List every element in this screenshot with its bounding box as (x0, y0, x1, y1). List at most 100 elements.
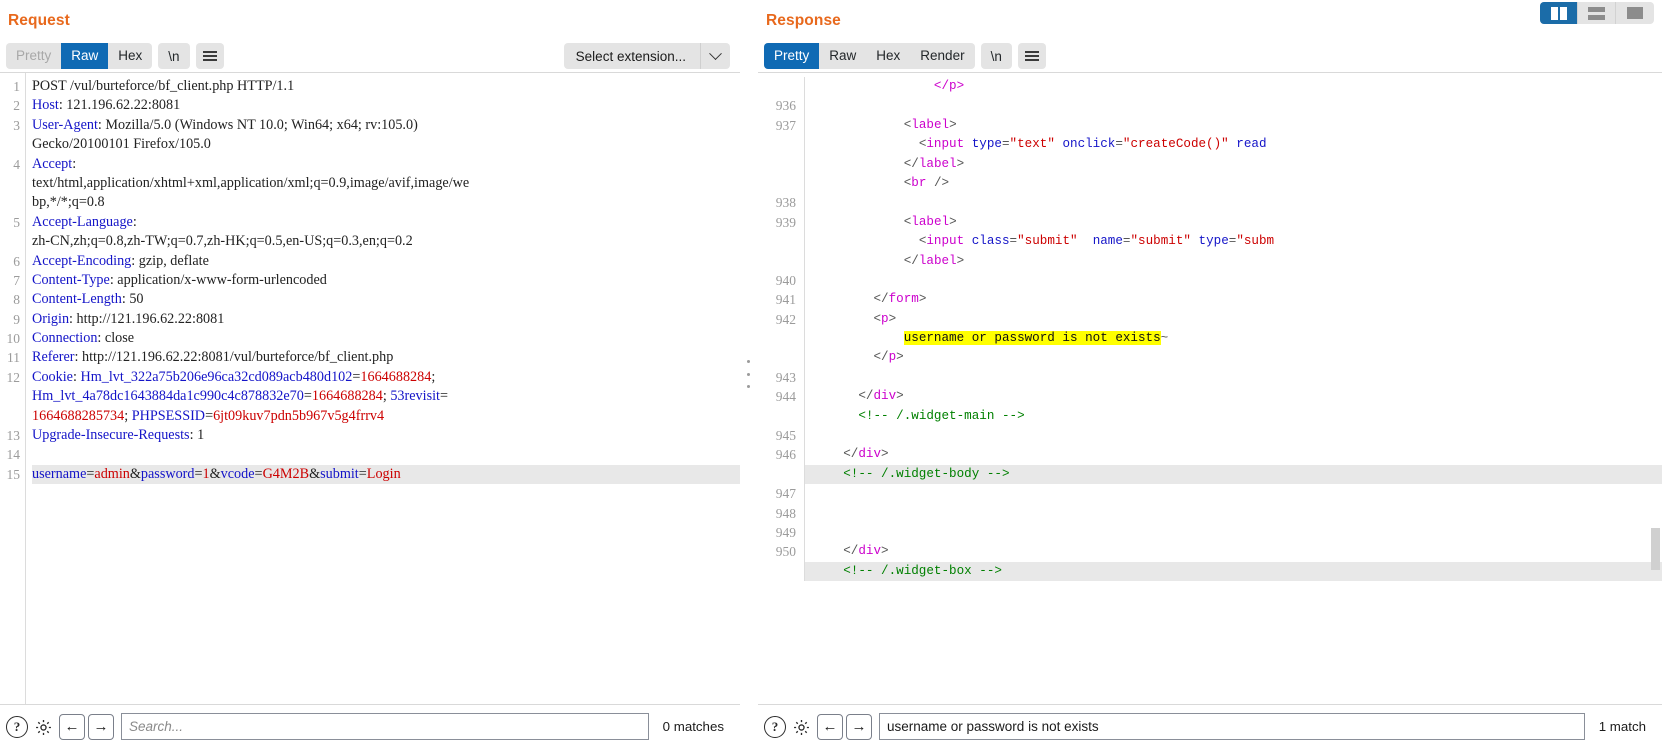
request-line[interactable]: bp,*/*;q=0.8 (32, 193, 740, 212)
select-extension-label: Select extension... (575, 48, 686, 64)
code-token: ; (431, 368, 436, 385)
request-line[interactable]: zh-CN,zh;q=0.8,zh-TW;q=0.7,zh-HK;q=0.5,e… (32, 232, 740, 251)
request-line[interactable]: Accept-Encoding: gzip, deflate (32, 252, 740, 271)
response-line[interactable]: 949 (758, 522, 1662, 543)
code-token: type (971, 137, 1002, 152)
request-line[interactable]: username=admin&password=1&vcode=G4M2B&su… (32, 464, 740, 485)
select-extension-dropdown[interactable]: Select extension... (563, 43, 730, 69)
response-line[interactable]: </p> (758, 348, 1662, 368)
response-line[interactable]: </label> (758, 251, 1662, 271)
request-line[interactable]: POST /vul/burteforce/bf_client.php HTTP/… (32, 77, 740, 96)
response-line[interactable]: <!-- /.widget-main --> (758, 406, 1662, 427)
layout-side-by-side-button[interactable] (1540, 2, 1578, 24)
layout-stacked-button[interactable] (1578, 2, 1616, 24)
response-search-input[interactable]: username or password is not exists (879, 713, 1585, 740)
request-line[interactable]: Referer: http://121.196.62.22:8081/vul/b… (32, 348, 740, 367)
response-line-content: </form> (804, 290, 1662, 310)
request-code[interactable]: POST /vul/burteforce/bf_client.php HTTP/… (26, 73, 740, 704)
response-line[interactable]: <input type="text" onclick="createCode()… (758, 135, 1662, 155)
request-tabbar: Pretty Raw Hex \n Select extension... (0, 40, 740, 72)
request-line[interactable]: Accept-Language: (32, 213, 740, 232)
response-line[interactable]: 950 </div> (758, 542, 1662, 562)
response-line-number: 943 (775, 369, 796, 385)
request-line[interactable]: Origin: http://121.196.62.22:8081 (32, 310, 740, 329)
tab-response-pretty[interactable]: Pretty (764, 43, 820, 69)
request-line[interactable]: Upgrade-Insecure-Requests: 1 (32, 426, 740, 445)
request-line[interactable] (32, 445, 740, 464)
request-line[interactable]: Gecko/20100101 Firefox/105.0 (32, 135, 740, 154)
tab-request-hex[interactable]: Hex (108, 43, 152, 69)
response-line[interactable]: 943 (758, 367, 1662, 388)
response-line[interactable]: <!-- /.widget-body --> (758, 464, 1662, 485)
request-newline-toggle[interactable]: \n (158, 43, 190, 69)
request-line[interactable]: Cookie: Hm_lvt_322a75b206e96ca32cd089acb… (32, 368, 740, 387)
response-line[interactable]: 944 </div> (758, 387, 1662, 407)
request-line-number: 15 (6, 466, 21, 482)
response-line[interactable]: 941 </form> (758, 290, 1662, 310)
code-token: </ (903, 156, 919, 171)
request-line[interactable]: User-Agent: Mozilla/5.0 (Windows NT 10.0… (32, 116, 740, 135)
response-line[interactable]: 947 (758, 484, 1662, 504)
response-help-button[interactable]: ? (762, 714, 788, 740)
request-line[interactable]: Content-Type: application/x-www-form-url… (32, 271, 740, 290)
response-settings-button[interactable] (788, 714, 814, 740)
response-code[interactable]: </p> 936 937 <label> <input type="text" o… (758, 73, 1662, 704)
response-search-next-button[interactable]: → (846, 713, 872, 740)
request-line-number: 14 (6, 447, 21, 463)
response-line-number (758, 348, 804, 367)
tab-request-raw[interactable]: Raw (61, 43, 109, 69)
request-editor[interactable]: 123 4 5 6 7 8 9 10 11 12 13 14 15 POST /vul/burt… (0, 72, 740, 704)
response-line[interactable]: 940 (758, 270, 1662, 291)
response-line[interactable]: </label> (758, 154, 1662, 174)
response-line[interactable]: 945 (758, 426, 1662, 446)
request-line[interactable]: Hm_lvt_4a78dc1643884da1c990c4c878832e70=… (32, 387, 740, 406)
response-editor[interactable]: </p> 936 937 <label> <input type="text" o… (758, 72, 1662, 704)
response-line[interactable]: 942 <p> (758, 309, 1662, 330)
response-line[interactable]: <input class="submit" name="submit" type… (758, 232, 1662, 252)
response-menu-button[interactable] (1017, 43, 1046, 69)
code-token: Origin (32, 310, 70, 327)
chevron-down-icon[interactable] (700, 43, 730, 69)
response-line[interactable]: <br /> (758, 173, 1662, 194)
response-line[interactable]: 939 <label> (758, 212, 1662, 233)
panel-splitter[interactable] (740, 0, 758, 748)
request-line[interactable]: text/html,application/xhtml+xml,applicat… (32, 174, 740, 193)
code-token: <!-- /.widget-box --> (843, 563, 1002, 578)
request-help-button[interactable]: ? (4, 714, 30, 740)
request-line-number: 4 (13, 156, 20, 172)
response-line[interactable]: 937 <label> (758, 115, 1662, 136)
request-search-prev-button[interactable]: ← (59, 713, 85, 740)
response-line[interactable]: </p> (758, 77, 1662, 97)
request-settings-button[interactable] (30, 714, 56, 740)
response-line[interactable]: username or password is not exists~ (758, 329, 1662, 349)
request-menu-button[interactable] (195, 43, 224, 69)
response-search-prev-button[interactable]: ← (817, 713, 843, 740)
tab-response-hex[interactable]: Hex (866, 43, 910, 69)
response-line[interactable]: 936 (758, 96, 1662, 116)
tab-response-render[interactable]: Render (910, 43, 974, 69)
request-panel: Request Pretty Raw Hex \n Select extensi… (0, 0, 740, 748)
layout-single-button[interactable] (1616, 2, 1654, 24)
tab-response-raw[interactable]: Raw (819, 43, 866, 69)
request-search-input[interactable]: Search... (121, 713, 649, 740)
request-line[interactable]: Host: 121.196.62.22:8081 (32, 96, 740, 115)
response-scrollbar-thumb[interactable] (1651, 528, 1660, 570)
request-line[interactable]: Connection: close (32, 329, 740, 348)
response-line-content (804, 484, 1662, 504)
code-token: submit (320, 465, 359, 482)
response-line[interactable]: 948 (758, 503, 1662, 523)
response-newline-toggle[interactable]: \n (980, 43, 1012, 69)
response-line[interactable]: <!-- /.widget-box --> (758, 561, 1662, 582)
code-token: G4M2B (262, 465, 310, 482)
request-line[interactable]: Content-Length: 50 (32, 290, 740, 309)
request-line[interactable]: 1664688285734; PHPSESSID=6jt09kuv7pdn5b9… (32, 407, 740, 426)
response-line[interactable]: 946 </div> (758, 445, 1662, 465)
response-line[interactable]: 938 (758, 193, 1662, 213)
request-line[interactable]: Accept: (32, 155, 740, 174)
tab-request-pretty[interactable]: Pretty (6, 43, 61, 69)
request-search-next-button[interactable]: → (88, 713, 114, 740)
response-line-content (804, 522, 1662, 543)
